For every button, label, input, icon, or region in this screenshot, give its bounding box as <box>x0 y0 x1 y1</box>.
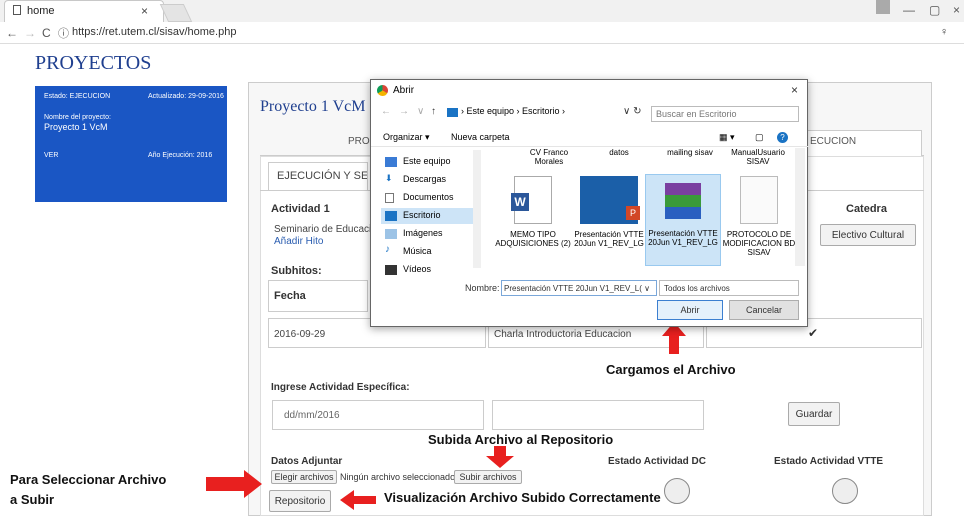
music-icon: ♪ <box>385 244 390 255</box>
file-memo[interactable]: W MEMO TIPO ADQUISICIONES (2) <box>495 176 571 256</box>
cancelar-button[interactable]: Cancelar <box>729 300 799 320</box>
nombre-input[interactable]: Presentación VTTE 20Jun V1_REV_L( ∨ <box>501 280 657 296</box>
arrow-right-elegir <box>206 470 262 498</box>
help-icon[interactable]: ? <box>777 132 788 143</box>
dialog-recent-icon[interactable]: ∨ <box>417 106 424 117</box>
file-datos[interactable]: datos <box>589 148 649 157</box>
preview-pane-icon[interactable]: ▢ <box>755 132 764 143</box>
desktop-icon <box>385 211 397 221</box>
arrow-down-subir <box>486 446 514 468</box>
file-manual[interactable]: ManualUsuario SISAV <box>723 148 793 166</box>
sidebar-item-videos[interactable]: Vídeos <box>381 262 473 278</box>
file-mailing[interactable]: mailing sisav <box>655 148 725 157</box>
organizar-menu[interactable]: Organizar ▾ <box>383 132 430 143</box>
file-presentacion-ppt[interactable]: P Presentación VTTE 20Jun V1_REV_LG <box>571 176 647 256</box>
images-icon <box>385 229 397 239</box>
file-protocolo[interactable]: PROTOCOLO DE MODIFICACION BD SISAV <box>721 176 797 257</box>
sidebar-item-imagenes[interactable]: Imágenes <box>381 226 473 242</box>
chrome-icon <box>377 85 388 96</box>
computer-icon <box>385 157 397 167</box>
document-icon <box>740 176 778 224</box>
sidebar-item-este-equipo[interactable]: Este equipo <box>381 154 473 170</box>
videos-icon <box>385 265 397 275</box>
file-presentacion-rar[interactable]: Presentación VTTE 20Jun V1_REV_LG <box>645 174 721 266</box>
dialog-up-icon[interactable]: ↑ <box>431 106 436 117</box>
refresh-icon[interactable]: ∨ ↻ <box>623 106 641 117</box>
sidebar-item-descargas[interactable]: ⬇ Descargas <box>381 172 473 188</box>
arrow-left-repositorio <box>340 490 376 510</box>
abrir-button[interactable]: Abrir <box>657 300 723 320</box>
download-icon: ⬇ <box>385 173 393 183</box>
folder-path-icon <box>447 108 458 117</box>
winrar-icon <box>665 183 701 219</box>
file-cv-franco[interactable]: CV Franco Morales <box>519 148 579 166</box>
nueva-carpeta-button[interactable]: Nueva carpeta <box>451 132 510 142</box>
open-file-dialog: Abrir × ← → ∨ ↑ › Este equipo › Escritor… <box>370 79 809 327</box>
dialog-forward-icon[interactable]: → <box>399 106 409 117</box>
dialog-title: Abrir <box>393 85 415 96</box>
dialog-search-input[interactable]: Buscar en Escritorio <box>651 106 799 122</box>
word-icon: W <box>511 176 552 224</box>
view-options-icon[interactable]: ▦ ▾ <box>719 132 735 143</box>
sidebar-item-escritorio[interactable]: Escritorio <box>381 208 473 224</box>
files-scrollbar[interactable] <box>795 148 805 266</box>
documents-icon <box>385 193 394 203</box>
powerpoint-icon: P <box>580 176 640 224</box>
sidebar-item-documentos[interactable]: Documentos <box>381 190 473 206</box>
toolbar-divider <box>371 146 809 147</box>
dialog-back-icon[interactable]: ← <box>381 106 391 117</box>
file-type-select[interactable]: Todos los archivos <box>659 280 799 296</box>
nombre-label: Nombre: <box>465 283 500 293</box>
sidebar-item-musica[interactable]: ♪ Música <box>381 244 473 260</box>
sidebar-scrollbar[interactable] <box>473 150 481 268</box>
dialog-close-icon[interactable]: × <box>791 83 798 97</box>
